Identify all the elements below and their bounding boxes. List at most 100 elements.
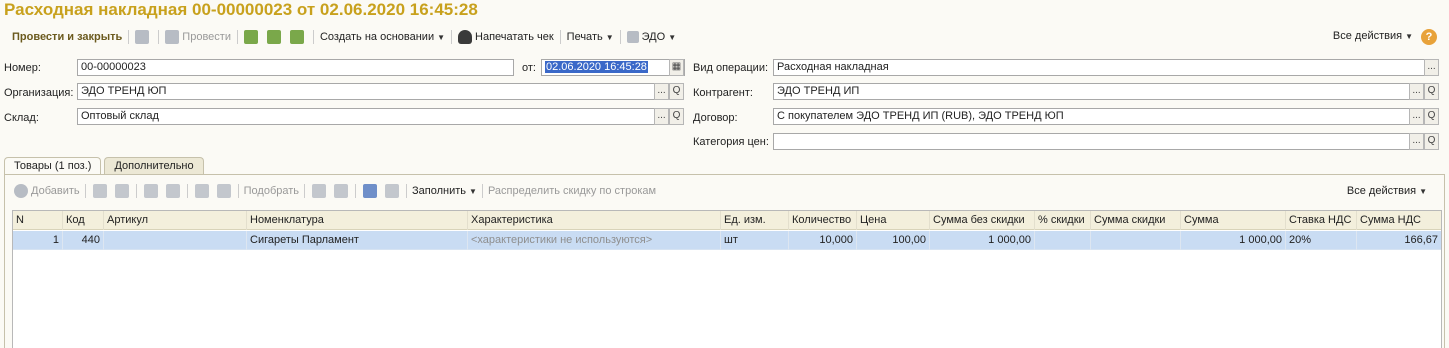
column-header[interactable]: Сумма	[1181, 211, 1286, 230]
column-header[interactable]: Сумма скидки	[1091, 211, 1181, 230]
column-header[interactable]: Сумма НДС	[1357, 211, 1441, 230]
warehouse-field[interactable]: Оптовый склад	[77, 108, 655, 125]
separator	[355, 184, 357, 198]
contract-search-icon[interactable]: Q	[1424, 108, 1439, 125]
post-icon	[165, 30, 180, 44]
contractor-search-icon[interactable]: Q	[1424, 83, 1439, 100]
number-field[interactable]: 00-00000023	[77, 59, 514, 76]
print-receipt-button[interactable]: Напечатать чек	[455, 27, 557, 47]
price-category-select-button[interactable]: ...	[1409, 133, 1424, 150]
column-header[interactable]: Цена	[857, 211, 930, 230]
edo-button[interactable]: ЭДО ▼	[624, 27, 679, 47]
column-header[interactable]: % скидки	[1035, 211, 1091, 230]
create-basis-button[interactable]: Создать на основании ▼	[317, 27, 448, 47]
goods-all-actions-button[interactable]: Все действия ▼	[1347, 185, 1427, 197]
fill-button[interactable]: Заполнить ▼	[410, 181, 479, 201]
separator	[312, 30, 314, 44]
column-header[interactable]: Артикул	[104, 211, 247, 230]
warehouse-select-button[interactable]: ...	[654, 108, 669, 125]
download-icon	[266, 30, 281, 44]
column-header[interactable]: Ед. изм.	[721, 211, 789, 230]
print-button[interactable]: Печать ▼	[564, 27, 617, 47]
cell-code: 440	[63, 231, 104, 250]
column-header[interactable]: Количество	[789, 211, 857, 230]
operation-label: Вид операции:	[693, 62, 769, 74]
price-category-search-icon[interactable]: Q	[1424, 133, 1439, 150]
price-category-field[interactable]	[773, 133, 1410, 150]
operation-field[interactable]: Расходная накладная	[773, 59, 1425, 76]
edo-icon	[626, 31, 639, 43]
move-up-icon[interactable]	[143, 184, 158, 198]
tab-bar: Товары (1 поз.) Дополнительно	[4, 157, 207, 175]
goods-toolbar: Добавить Подобрать Заполнить ▼ Распредели…	[12, 182, 658, 200]
chevron-down-icon: ▼	[605, 32, 614, 42]
add-icon	[14, 184, 28, 198]
contract-label: Договор:	[693, 112, 738, 124]
warehouse-search-icon[interactable]: Q	[669, 108, 684, 125]
cell-discount-percent	[1035, 231, 1091, 250]
separator	[186, 184, 188, 198]
price-category-label: Категория цен:	[693, 136, 769, 148]
copy-icon[interactable]	[312, 184, 327, 198]
copy-row-icon[interactable]	[92, 184, 107, 198]
all-actions-label: Все действия	[1332, 30, 1403, 42]
barcode-icon[interactable]	[363, 184, 378, 198]
separator	[158, 30, 160, 44]
move-down-icon[interactable]	[165, 184, 180, 198]
separator	[84, 184, 86, 198]
chevron-down-icon: ▼	[437, 32, 446, 42]
column-header[interactable]: Код	[63, 211, 104, 230]
save-button[interactable]	[132, 27, 155, 47]
warehouse-label: Склад:	[4, 112, 39, 124]
save-icon	[135, 30, 150, 44]
scanner-icon[interactable]	[385, 184, 400, 198]
tab-additional[interactable]: Дополнительно	[104, 157, 204, 175]
fill-label: Заполнить	[412, 185, 467, 197]
cell-nomenclature: Сигареты Парламент	[247, 231, 468, 250]
contractor-select-button[interactable]: ...	[1409, 83, 1424, 100]
print-receipt-label: Напечатать чек	[475, 31, 554, 43]
sign-button[interactable]	[287, 27, 310, 47]
help-icon[interactable]: ?	[1421, 29, 1437, 45]
post-button[interactable]: Провести	[162, 27, 234, 47]
date-value: 02.06.2020 16:45:28	[545, 61, 648, 73]
pick-button[interactable]: Подобрать	[242, 181, 301, 201]
column-header[interactable]: Сумма без скидки	[930, 211, 1035, 230]
column-header[interactable]: Характеристика	[468, 211, 721, 230]
date-field[interactable]: 02.06.2020 16:45:28	[541, 59, 685, 76]
calendar-icon[interactable]: ▦	[669, 59, 684, 76]
contract-select-button[interactable]: ...	[1409, 108, 1424, 125]
all-actions-button[interactable]: Все действия ▼	[1333, 30, 1413, 42]
separator	[406, 184, 408, 198]
separator	[304, 184, 306, 198]
organization-select-button[interactable]: ...	[654, 83, 669, 100]
sort-asc-icon[interactable]	[194, 184, 209, 198]
contract-field[interactable]: С покупателем ЭДО ТРЕНД ИП (RUB), ЭДО ТР…	[773, 108, 1410, 125]
tab-goods[interactable]: Товары (1 поз.)	[4, 157, 102, 175]
sort-desc-icon[interactable]	[216, 184, 231, 198]
post-label: Провести	[182, 31, 231, 43]
chevron-down-icon: ▼	[1405, 32, 1413, 41]
separator	[236, 30, 238, 44]
paste-icon[interactable]	[334, 184, 349, 198]
main-toolbar: Провести и закрыть Провести Создать на о…	[0, 26, 1449, 48]
add-button[interactable]: Добавить	[12, 181, 82, 201]
column-header[interactable]: Номенклатура	[247, 211, 468, 230]
post-and-close-button[interactable]: Провести и закрыть	[9, 27, 125, 47]
separator	[128, 30, 130, 44]
create-basis-label: Создать на основании	[319, 31, 435, 43]
contractor-field[interactable]: ЭДО ТРЕНД ИП	[773, 83, 1410, 100]
download-button[interactable]	[264, 27, 287, 47]
table-row[interactable]: 1 440 Сигареты Парламент <характеристики…	[13, 231, 1441, 250]
chevron-down-icon: ▼	[469, 186, 477, 196]
check-button[interactable]	[241, 27, 264, 47]
column-header[interactable]: N	[13, 211, 63, 230]
distribute-discount-button[interactable]: Распределить скидку по строкам	[486, 181, 658, 201]
operation-select-button[interactable]: ...	[1424, 59, 1439, 76]
column-header[interactable]: Ставка НДС	[1286, 211, 1357, 230]
chevron-down-icon: ▼	[1419, 187, 1427, 196]
organization-search-icon[interactable]: Q	[669, 83, 684, 100]
separator	[237, 184, 239, 198]
organization-field[interactable]: ЭДО ТРЕНД ЮП	[77, 83, 655, 100]
delete-icon[interactable]	[114, 184, 129, 198]
